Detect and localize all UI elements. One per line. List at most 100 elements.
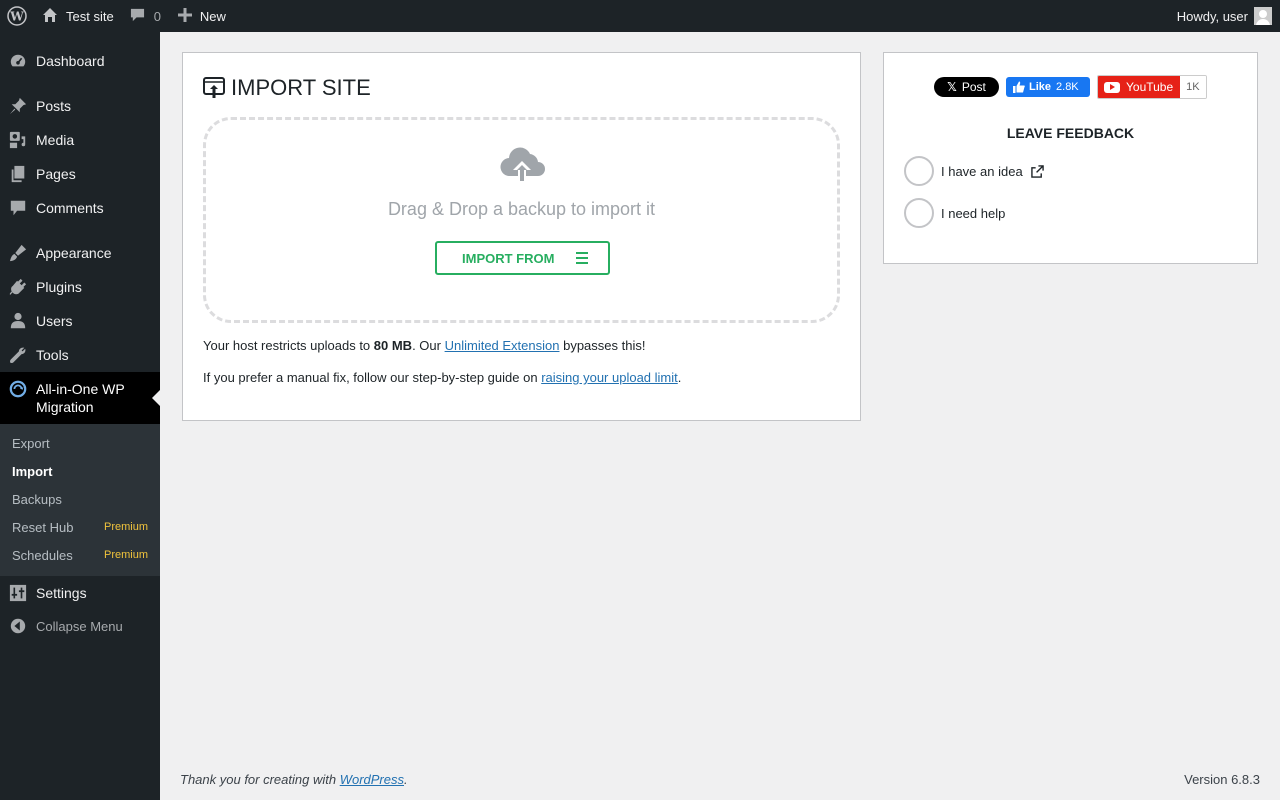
youtube-play-icon	[1104, 81, 1120, 93]
new-content-link[interactable]: New	[177, 0, 226, 32]
admin-sidebar: Dashboard Posts Media Pages Comments App…	[0, 32, 160, 800]
external-link-icon	[1030, 164, 1044, 178]
sidebar-item-label: Plugins	[36, 279, 82, 295]
page-title: IMPORT SITE	[203, 75, 371, 101]
import-from-label: IMPORT FROM	[462, 250, 555, 266]
facebook-like-label: Like	[1029, 81, 1052, 93]
youtube-label-box: YouTube	[1098, 76, 1181, 98]
comment-bubble-icon	[130, 7, 145, 25]
collapse-menu-label: Collapse Menu	[36, 618, 123, 634]
site-name-link[interactable]: Test site	[42, 0, 114, 32]
idea-radio[interactable]	[904, 156, 934, 186]
premium-badge: Premium	[103, 549, 148, 561]
drop-zone[interactable]: Drag & Drop a backup to import it IMPORT…	[203, 117, 840, 323]
submenu-item-import[interactable]: Import	[12, 457, 148, 485]
collapse-arrow-icon	[0, 617, 36, 635]
premium-badge: Premium	[103, 521, 148, 533]
submenu-label: Backups	[12, 491, 62, 507]
paintbrush-icon	[0, 244, 36, 262]
submenu-item-export[interactable]: Export	[12, 429, 148, 457]
sidebar-item-pages[interactable]: Pages	[0, 157, 160, 191]
sidebar-item-label: Dashboard	[36, 53, 105, 69]
notice-text: .	[677, 370, 682, 385]
manual-fix-notice: If you prefer a manual fix, follow our s…	[203, 370, 681, 385]
pages-icon	[0, 165, 36, 183]
import-site-panel: IMPORT SITE Drag & Drop a backup to impo…	[182, 52, 861, 421]
plus-icon	[177, 7, 192, 25]
sidebar-item-dashboard[interactable]: Dashboard	[0, 44, 160, 78]
help-label: I need help	[941, 205, 1006, 221]
settings-icon	[0, 584, 36, 602]
submenu-label: Reset Hub	[12, 519, 74, 535]
idea-label: I have an idea	[941, 163, 1023, 179]
sidebar-item-label: Pages	[36, 166, 76, 182]
svg-text:W: W	[9, 10, 24, 24]
submenu-label: Import	[12, 463, 53, 479]
sidebar-item-appearance[interactable]: Appearance	[0, 236, 160, 270]
youtube-subscriber-count: 1K	[1180, 76, 1206, 98]
sidebar-item-all-in-one-wp-migration[interactable]: All-in-One WP Migration	[0, 372, 160, 424]
submenu-item-schedules[interactable]: Schedules Premium	[12, 541, 148, 569]
social-buttons: 𝕏 Post Like 2.8K YouTube 1K	[934, 75, 1207, 99]
sidebar-item-label: Settings	[36, 585, 87, 601]
import-window-icon	[203, 77, 225, 98]
sidebar-item-users[interactable]: Users	[0, 304, 160, 338]
sidebar-item-label: Tools	[36, 347, 69, 363]
sidebar-item-media[interactable]: Media	[0, 123, 160, 157]
footer-version: Version 6.8.3	[1184, 772, 1260, 787]
submenu-item-backups[interactable]: Backups	[12, 485, 148, 513]
account-menu[interactable]: Howdy, user	[1177, 0, 1272, 32]
feedback-option-help[interactable]: I need help	[904, 198, 1005, 228]
submenu-label: Schedules	[12, 547, 73, 563]
sidebar-item-settings[interactable]: Settings	[0, 576, 160, 610]
facebook-like-count: 2.8K	[1056, 81, 1079, 93]
dashboard-icon	[0, 52, 36, 70]
comments-count: 0	[153, 8, 161, 24]
sidebar-item-label: All-in-One WP Migration	[36, 381, 125, 415]
migration-icon	[0, 380, 36, 398]
youtube-label: YouTube	[1126, 80, 1174, 94]
facebook-like-button[interactable]: Like 2.8K	[1006, 77, 1090, 97]
comments-link[interactable]: 0	[130, 0, 161, 32]
collapse-menu-button[interactable]: Collapse Menu	[0, 609, 160, 643]
wrench-icon	[0, 346, 36, 364]
page-title-text: IMPORT SITE	[231, 75, 371, 100]
upload-limit-size: 80 MB	[373, 338, 413, 353]
wordpress-logo-icon[interactable]: W	[0, 0, 34, 32]
plug-icon	[0, 278, 36, 296]
notice-text: . Our	[412, 338, 445, 353]
x-logo-icon: 𝕏	[947, 80, 957, 94]
sidebar-item-label: Appearance	[36, 245, 112, 261]
cloud-upload-icon	[500, 147, 545, 183]
youtube-subscribe-button[interactable]: YouTube 1K	[1097, 75, 1207, 99]
sidebar-item-tools[interactable]: Tools	[0, 338, 160, 372]
submenu-item-reset-hub[interactable]: Reset Hub Premium	[12, 513, 148, 541]
submenu-label: Export	[12, 435, 50, 451]
user-icon	[0, 312, 36, 330]
sidebar-item-comments[interactable]: Comments	[0, 191, 160, 225]
help-radio[interactable]	[904, 198, 934, 228]
import-from-button[interactable]: IMPORT FROM	[435, 241, 610, 275]
current-menu-arrow	[152, 390, 160, 406]
comment-icon	[0, 199, 36, 217]
admin-bar: W Test site 0 New Howdy, user	[0, 0, 1280, 32]
notice-text: Your host restricts uploads to	[203, 338, 374, 353]
upload-limit-notice: Your host restricts uploads to 80 MB. Ou…	[203, 338, 645, 353]
sidebar-item-label: Posts	[36, 98, 72, 114]
sidebar-item-plugins[interactable]: Plugins	[0, 270, 160, 304]
feedback-option-idea[interactable]: I have an idea	[904, 156, 1044, 186]
pushpin-icon	[0, 97, 36, 115]
x-post-button[interactable]: 𝕏 Post	[934, 77, 999, 97]
upload-limit-guide-link[interactable]: raising your upload limit	[541, 370, 678, 385]
hamburger-menu-icon	[576, 252, 589, 264]
notice-text: If you prefer a manual fix, follow our s…	[203, 370, 542, 385]
media-icon	[0, 131, 36, 149]
unlimited-extension-link[interactable]: Unlimited Extension	[445, 338, 560, 353]
feedback-panel: 𝕏 Post Like 2.8K YouTube 1K LEAVE FEEDBA…	[883, 52, 1258, 264]
sidebar-item-posts[interactable]: Posts	[0, 89, 160, 123]
migration-submenu: Export Import Backups Reset Hub Premium …	[0, 424, 160, 576]
sidebar-item-label: Users	[36, 313, 73, 329]
feedback-title: LEAVE FEEDBACK	[1006, 125, 1135, 141]
wordpress-link[interactable]: WordPress	[340, 772, 404, 787]
new-label: New	[199, 8, 226, 24]
